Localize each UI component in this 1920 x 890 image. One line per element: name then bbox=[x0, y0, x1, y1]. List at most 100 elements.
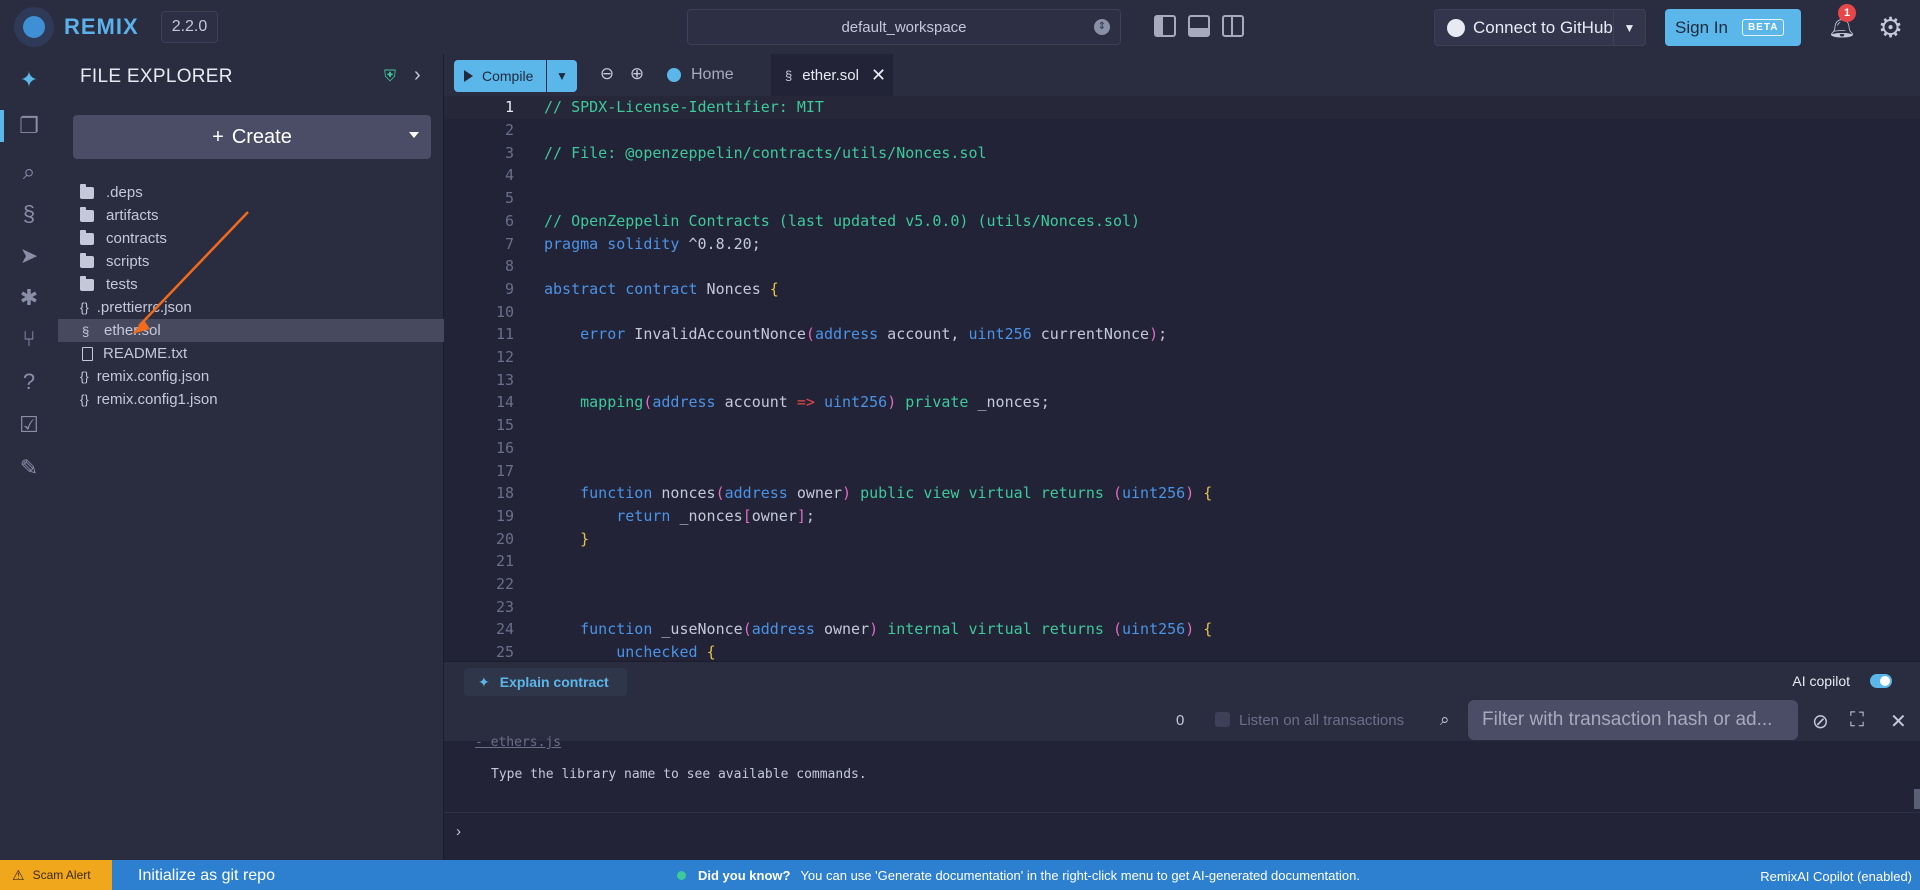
code-line[interactable]: 15 bbox=[444, 414, 1920, 437]
debugger-bug-icon[interactable]: ✱ bbox=[0, 278, 58, 318]
code-line[interactable]: 16 bbox=[444, 437, 1920, 460]
listen-all-checkbox[interactable] bbox=[1215, 712, 1230, 727]
tree-item[interactable]: artifacts bbox=[58, 204, 444, 227]
select-arrows-icon: ⇕ bbox=[1094, 19, 1110, 35]
remix-home-icon bbox=[667, 68, 681, 82]
tree-item[interactable]: tests bbox=[58, 273, 444, 296]
git-branch-icon[interactable]: ⑂ bbox=[0, 319, 58, 359]
code-line[interactable]: 7 pragma solidity ^0.8.20; bbox=[444, 232, 1920, 255]
status-bar: ⚠ Scam Alert Initialize as git repo Did … bbox=[0, 860, 1920, 890]
code-line[interactable]: 25 unchecked { bbox=[444, 641, 1920, 661]
code-line[interactable]: 10 bbox=[444, 300, 1920, 323]
code-line[interactable]: 2 bbox=[444, 119, 1920, 142]
code-line[interactable]: 11 error InvalidAccountNonce(address acc… bbox=[444, 323, 1920, 346]
remixai-copilot-status[interactable]: RemixAI Copilot (enabled) bbox=[1760, 869, 1912, 884]
tree-item[interactable]: scripts bbox=[58, 250, 444, 273]
deploy-run-icon[interactable]: ➤ bbox=[0, 236, 58, 276]
terminal-scrollbar[interactable] bbox=[1914, 789, 1920, 809]
workspace-select[interactable]: default_workspace ⇕ bbox=[687, 9, 1121, 45]
code-line[interactable]: 22 bbox=[444, 573, 1920, 596]
code-text: } bbox=[580, 529, 590, 548]
tree-item[interactable]: {} remix.config1.json bbox=[58, 388, 444, 411]
sign-in-label: Sign In bbox=[1675, 17, 1728, 37]
init-git-repo-link[interactable]: Initialize as git repo bbox=[138, 867, 275, 885]
terminal-prompt[interactable]: › bbox=[444, 812, 1920, 860]
folder-icon bbox=[80, 229, 94, 245]
code-line[interactable]: 23 bbox=[444, 595, 1920, 618]
code-line[interactable]: 3 // File: @openzeppelin/contracts/utils/… bbox=[444, 141, 1920, 164]
toggle-bottom-panel-icon[interactable] bbox=[1188, 15, 1210, 37]
ai-copilot-toggle[interactable] bbox=[1870, 674, 1892, 688]
tree-item[interactable]: .deps bbox=[58, 181, 444, 204]
create-button[interactable]: + Create bbox=[73, 115, 431, 159]
zoom-in-icon[interactable]: ⊕ bbox=[626, 64, 648, 86]
search-icon[interactable]: ⌕ bbox=[0, 152, 58, 192]
folder-icon bbox=[80, 275, 94, 291]
code-line[interactable]: 8 bbox=[444, 255, 1920, 278]
tree-item[interactable]: README.txt bbox=[58, 342, 444, 365]
tab-home[interactable]: Home bbox=[667, 54, 734, 96]
tree-item[interactable]: § ether.sol bbox=[58, 319, 444, 342]
scam-alert-button[interactable]: ⚠ Scam Alert bbox=[0, 860, 112, 890]
logo[interactable]: REMIX bbox=[14, 7, 139, 47]
code-line[interactable]: 1 // SPDX-License-Identifier: MIT bbox=[444, 96, 1920, 119]
code-line[interactable]: 17 bbox=[444, 459, 1920, 482]
gear-icon[interactable]: ⚙ bbox=[1878, 11, 1903, 44]
code-line[interactable]: 6 // OpenZeppelin Contracts (last updated… bbox=[444, 210, 1920, 233]
tip-dot-icon bbox=[677, 871, 686, 880]
tree-item[interactable]: {} .prettierrc.json bbox=[58, 296, 444, 319]
code-line[interactable]: 12 bbox=[444, 346, 1920, 369]
code-line[interactable]: 13 bbox=[444, 368, 1920, 391]
code-line[interactable]: 21 bbox=[444, 550, 1920, 573]
code-line[interactable]: 14 mapping(address account => uint256) p… bbox=[444, 391, 1920, 414]
compile-button[interactable]: Compile bbox=[454, 60, 546, 92]
terminal-library-link[interactable]: - ethers.js bbox=[475, 735, 561, 750]
close-icon[interactable]: ✕ bbox=[1890, 709, 1907, 734]
solidity-compiler-icon[interactable]: § bbox=[0, 194, 58, 234]
solidity-file-icon: § bbox=[82, 323, 90, 339]
clear-console-icon[interactable]: ⊘ bbox=[1812, 709, 1829, 734]
plugin-manager-icon[interactable]: ✎ bbox=[0, 448, 58, 488]
sign-in-button[interactable]: Sign In BETA bbox=[1665, 9, 1801, 46]
icon-panel: ✦ ❐ ⌕ § ➤ ✱ ⑂ ? ☑ ✎ bbox=[0, 54, 58, 860]
code-line[interactable]: 24 function _useNonce(address owner) int… bbox=[444, 618, 1920, 641]
toggle-right-panel-icon[interactable] bbox=[1222, 15, 1244, 37]
close-tab-icon[interactable]: ✕ bbox=[871, 65, 886, 86]
code-text: error InvalidAccountNonce(address accoun… bbox=[580, 325, 1168, 344]
code-line[interactable]: 4 bbox=[444, 164, 1920, 187]
code-line[interactable]: 20 } bbox=[444, 527, 1920, 550]
github-dropdown-caret-icon[interactable]: ▼ bbox=[1613, 10, 1645, 45]
transaction-filter-input[interactable] bbox=[1468, 700, 1798, 740]
remix-logo-icon bbox=[14, 7, 54, 47]
chevron-right-icon[interactable]: › bbox=[414, 64, 421, 87]
expand-icon[interactable]: ⛶ bbox=[1850, 709, 1864, 732]
file-tree: .deps artifacts contracts scripts tests {} .pr… bbox=[58, 181, 444, 411]
file-explorer-icon[interactable]: ❐ bbox=[0, 106, 58, 146]
code-text: // OpenZeppelin Contracts (last updated … bbox=[544, 211, 1141, 230]
code-line[interactable]: 19 return _nonces[owner]; bbox=[444, 505, 1920, 528]
code-line[interactable]: 9 abstract contract Nonces { bbox=[444, 278, 1920, 301]
code-text: mapping(address account => uint256) priv… bbox=[580, 393, 1050, 412]
code-editor[interactable]: 1// SPDX-License-Identifier: MIT 2 3// Fil… bbox=[444, 96, 1920, 661]
explain-contract-button[interactable]: ✦ Explain contract bbox=[464, 668, 627, 696]
remix-ai-icon[interactable]: ✦ bbox=[0, 60, 58, 100]
code-line[interactable]: 18 function nonces(address owner) public… bbox=[444, 482, 1920, 505]
unit-testing-icon[interactable]: ☑ bbox=[0, 405, 58, 445]
file-explorer-panel: FILE EXPLORER ⛨ › + Create .deps artifact… bbox=[58, 54, 444, 860]
tree-item-label: ether.sol bbox=[104, 322, 161, 339]
listen-all-label: Listen on all transactions bbox=[1239, 712, 1405, 729]
tree-item[interactable]: {} remix.config.json bbox=[58, 365, 444, 388]
line-number: 8 bbox=[504, 257, 514, 276]
code-line[interactable]: 5 bbox=[444, 187, 1920, 210]
code-text: abstract contract Nonces { bbox=[544, 279, 779, 298]
line-number: 1 bbox=[504, 98, 514, 117]
toggle-left-panel-icon[interactable] bbox=[1154, 15, 1176, 37]
connect-github-button[interactable]: Connect to GitHub ▼ bbox=[1434, 9, 1646, 46]
help-circle-icon[interactable]: ? bbox=[0, 362, 58, 402]
compile-options-caret-icon[interactable]: ▼ bbox=[547, 60, 577, 92]
tab-ether-sol[interactable]: § ether.sol ✕ bbox=[771, 54, 893, 96]
create-dropdown-caret-icon[interactable] bbox=[409, 132, 419, 138]
shield-icon[interactable]: ⛨ bbox=[384, 68, 396, 86]
zoom-out-icon[interactable]: ⊖ bbox=[596, 64, 618, 86]
tree-item[interactable]: contracts bbox=[58, 227, 444, 250]
